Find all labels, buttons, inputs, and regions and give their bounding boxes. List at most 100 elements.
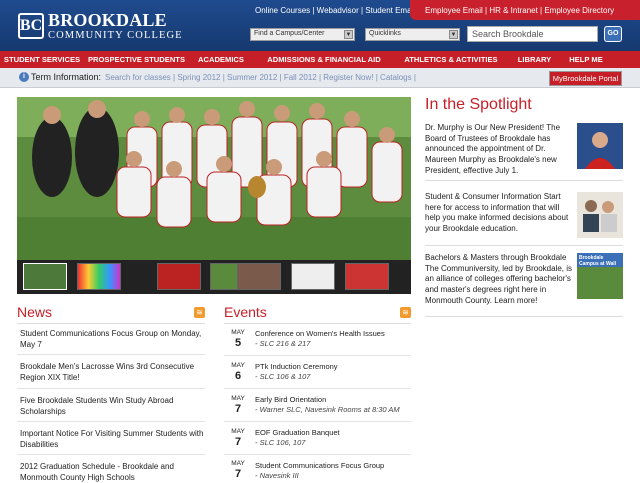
event-month: MAY xyxy=(231,329,245,336)
campus-photo-caption: Brookdale Campus at Wall xyxy=(579,255,617,267)
event-day: 5 xyxy=(234,337,242,349)
spotlight-text: Bachelors & Masters through Brookdale Th… xyxy=(425,253,573,305)
quicklinks-select[interactable]: Quicklinks ▼ xyxy=(365,28,460,41)
term-link-summer[interactable]: Summer 2012 xyxy=(227,73,277,82)
event-item[interactable]: Conference on Women's Health Issues - SL… xyxy=(255,329,410,348)
term-link-catalogs[interactable]: Catalogs xyxy=(380,73,412,82)
term-links: Search for classes | Spring 2012 | Summe… xyxy=(105,73,416,82)
news-item[interactable]: Five Brookdale Students Win Study Abroad… xyxy=(20,396,205,417)
main-nav: STUDENT SERVICES PROSPECTIVE STUDENTS AC… xyxy=(0,51,640,68)
term-link-register[interactable]: Register Now! xyxy=(323,73,373,82)
event-location: - SLC 106, 107 xyxy=(255,437,306,447)
event-title: PTk Induction Ceremony xyxy=(255,362,338,371)
events-divider xyxy=(224,388,411,389)
nav-athletics[interactable]: ATHLETICS & ACTIVITIES xyxy=(395,51,507,68)
event-month: MAY xyxy=(231,362,245,369)
team-photo xyxy=(17,97,411,260)
slide-thumbnail-1[interactable] xyxy=(23,263,67,290)
event-title: EOF Graduation Banquet xyxy=(255,428,340,437)
online-courses-link[interactable]: Online Courses xyxy=(255,6,310,15)
top-links: Online Courses | Webadvisor | Student Em… xyxy=(255,6,416,15)
events-divider xyxy=(224,421,411,422)
employee-directory-link[interactable]: Employee Directory xyxy=(544,6,614,15)
news-divider xyxy=(17,323,205,324)
logo-name: BROOKDALE xyxy=(48,10,167,30)
event-month: MAY xyxy=(231,395,245,402)
nav-admissions[interactable]: ADMISSIONS & FINANCIAL AID xyxy=(253,51,395,68)
news-divider xyxy=(17,421,205,422)
term-link-search[interactable]: Search for classes xyxy=(105,73,171,82)
event-item[interactable]: EOF Graduation Banquet - SLC 106, 107 xyxy=(255,428,410,447)
campus-select-value: Find a Campus/Center xyxy=(254,30,325,37)
spotlight-item[interactable]: Dr. Murphy is Our New President! The Boa… xyxy=(425,123,623,181)
nav-academics[interactable]: ACADEMICS xyxy=(189,51,253,68)
nav-prospective-students[interactable]: PROSPECTIVE STUDENTS xyxy=(84,51,189,68)
search-input[interactable]: Search Brookdale xyxy=(467,26,598,42)
slide-thumbnail-2[interactable] xyxy=(77,263,121,290)
event-day: 7 xyxy=(234,436,242,448)
events-divider xyxy=(224,355,411,356)
term-link-fall[interactable]: Fall 2012 xyxy=(284,73,317,82)
president-photo xyxy=(577,123,623,169)
rss-icon[interactable]: ≋ xyxy=(194,307,205,318)
event-day: 6 xyxy=(234,370,242,382)
logo-subtitle: COMMUNITY COLLEGE xyxy=(48,30,183,41)
students-photo xyxy=(577,192,623,238)
spotlight-title: In the Spotlight xyxy=(425,96,532,113)
slideshow-thumbnails xyxy=(17,260,411,294)
event-location: - Navesink III xyxy=(255,470,299,480)
event-title: Early Bird Orientation xyxy=(255,395,327,404)
hr-intranet-link[interactable]: HR & Intranet xyxy=(489,6,537,15)
events-title: Events xyxy=(224,304,267,320)
campus-select[interactable]: Find a Campus/Center ▼ xyxy=(250,28,355,41)
term-label: Term Information: xyxy=(31,72,102,82)
employee-links: Employee Email | HR & Intranet | Employe… xyxy=(410,0,640,20)
nav-student-services[interactable]: STUDENT SERVICES xyxy=(0,51,84,68)
event-title: Conference on Women's Health Issues xyxy=(255,329,385,338)
slide-thumbnail-6[interactable] xyxy=(291,263,335,290)
event-date: MAY 7 xyxy=(228,428,248,448)
spotlight-item[interactable]: Bachelors & Masters through Brookdale Th… xyxy=(425,253,623,317)
spotlight-item[interactable]: Student & Consumer Information Start her… xyxy=(425,192,623,246)
events-divider xyxy=(224,454,411,455)
term-link-spring[interactable]: Spring 2012 xyxy=(177,73,220,82)
rss-icon[interactable]: ≋ xyxy=(400,307,411,318)
slide-thumbnail-3[interactable] xyxy=(157,263,201,290)
event-location: - SLC 216 & 217 xyxy=(255,338,311,348)
nav-help-me[interactable]: HELP ME xyxy=(562,51,610,68)
news-item[interactable]: Brookdale Men's Lacrosse Wins 3rd Consec… xyxy=(20,362,205,383)
go-button[interactable]: GO xyxy=(604,26,622,42)
portal-button[interactable]: MyBrookdale Portal xyxy=(549,71,622,86)
event-location: - Warner SLC, Navesink Rooms at 8:30 AM xyxy=(255,404,400,414)
news-title: News xyxy=(17,304,53,320)
event-title: Student Communications Focus Group xyxy=(255,461,385,470)
event-day: 7 xyxy=(234,403,242,415)
news-divider xyxy=(17,354,205,355)
term-info-bar: i Term Information: Search for classes |… xyxy=(0,68,640,88)
event-item[interactable]: Student Communications Focus Group - Nav… xyxy=(255,461,410,480)
slide-thumbnail-7[interactable] xyxy=(345,263,389,290)
event-item[interactable]: Early Bird Orientation - Warner SLC, Nav… xyxy=(255,395,410,414)
event-day: 7 xyxy=(234,468,242,480)
webadvisor-link[interactable]: Webadvisor xyxy=(317,6,359,15)
event-month: MAY xyxy=(231,460,245,467)
news-item[interactable]: Student Communications Focus Group on Mo… xyxy=(20,329,205,350)
event-date: MAY 5 xyxy=(228,329,248,349)
slide-thumbnail-5[interactable] xyxy=(237,263,281,290)
event-date: MAY 6 xyxy=(228,362,248,382)
student-email-link[interactable]: Student Email xyxy=(365,6,415,15)
employee-email-link[interactable]: Employee Email xyxy=(425,6,483,15)
event-date: MAY 7 xyxy=(228,460,248,480)
news-item[interactable]: Important Notice For Visiting Summer Stu… xyxy=(20,429,205,450)
event-location: - SLC 106 & 107 xyxy=(255,371,311,381)
event-item[interactable]: PTk Induction Ceremony - SLC 106 & 107 xyxy=(255,362,410,381)
college-logo[interactable]: BC BROOKDALE COMMUNITY COLLEGE xyxy=(18,11,183,42)
info-icon: i xyxy=(19,72,29,82)
spotlight-text: Dr. Murphy is Our New President! The Boa… xyxy=(425,123,561,175)
chevron-down-icon: ▼ xyxy=(449,30,458,39)
event-date: MAY 7 xyxy=(228,395,248,415)
event-month: MAY xyxy=(231,428,245,435)
featured-slideshow-image[interactable] xyxy=(17,97,411,260)
campus-photo: Brookdale Campus at Wall xyxy=(577,253,623,299)
nav-library[interactable]: LIBRARY xyxy=(507,51,562,68)
